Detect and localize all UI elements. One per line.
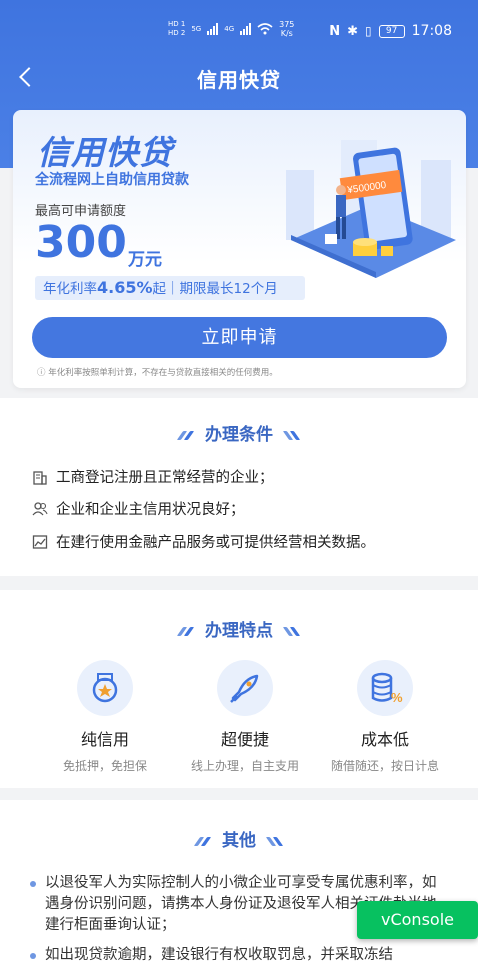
signal-group: HD 1 HD 2 5G 4G 375 K/s: [168, 20, 294, 38]
feature-item: % 成本低 随借随还，按日计息: [315, 660, 455, 774]
chart-icon: [32, 534, 48, 549]
nav-bar: 信用快贷: [0, 56, 478, 96]
title-deco-left-icon: [176, 431, 195, 440]
info-icon: ⓘ: [37, 368, 46, 378]
product-subtitle: 全流程网上自助信用贷款: [35, 172, 189, 188]
condition-item: 工商登记注册且正常经营的企业；: [32, 466, 274, 487]
disclaimer-text: 年化利率按照单利计算，不存在与贷款直接相关的任何费用。: [48, 368, 278, 378]
speed-unit: K/s: [280, 29, 293, 38]
features-section: 办理特点 纯信用 免抵押，免担保 超便捷 线上办理，自主支用 % 成本低 随借随…: [0, 590, 478, 788]
rate-value: 4.65%: [97, 278, 153, 297]
rate-bar: 年化利率4.65%起｜期限最长12个月: [35, 276, 305, 300]
nfc-icon: N: [329, 23, 341, 39]
other-text: 如出现贷款逾期，建设银行有权收取罚息，并采取冻结: [45, 947, 393, 962]
rate-prefix: 年化利率: [43, 281, 97, 297]
battery-icon: 97: [378, 24, 405, 38]
feature-desc: 免抵押，免担保: [62, 759, 147, 773]
conditions-section: 办理条件 工商登记注册且正常经营的企业； 企业和企业主信用状况良好； 在建行使用…: [0, 398, 478, 576]
title-deco-right-icon: [282, 431, 301, 440]
medal-icon: [77, 660, 133, 716]
features-title-text: 办理特点: [205, 621, 273, 641]
rate-disclaimer: ⓘ 年化利率按照单利计算，不存在与贷款直接相关的任何费用。: [37, 366, 278, 378]
speed-value: 375: [279, 20, 295, 29]
product-brand: 信用快贷: [37, 133, 173, 172]
hd1-label: HD 1: [168, 20, 186, 28]
feature-item: 超便捷 线上办理，自主支用: [175, 660, 315, 774]
features-title: 办理特点: [0, 616, 478, 641]
condition-text: 工商登记注册且正常经营的企业；: [56, 470, 274, 486]
feature-desc: 线上办理，自主支用: [190, 759, 299, 773]
conditions-title-text: 办理条件: [205, 425, 273, 445]
users-icon: [32, 501, 48, 515]
condition-item: 企业和企业主信用状况良好；: [32, 498, 245, 519]
phone-illustration: ¥500000: [286, 140, 456, 278]
status-right: N ✱ ▯ 97 17:08: [329, 23, 452, 39]
wifi-icon: [257, 23, 273, 35]
network-speed: 375 K/s: [279, 20, 294, 38]
max-amount: 300: [35, 217, 127, 268]
feature-name: 纯信用: [80, 730, 129, 749]
hero-card: 信用快贷 全流程网上自助信用贷款 最高可申请额度 300 万元 年化利率4.65…: [13, 110, 466, 388]
clock: 17:08: [411, 23, 452, 39]
title-deco-right-icon: [265, 837, 284, 846]
other-title-text: 其他: [222, 831, 256, 851]
page-title: 信用快贷: [197, 68, 281, 92]
svg-text:%: %: [391, 690, 403, 705]
condition-text: 企业和企业主信用状况良好；: [56, 502, 245, 518]
title-deco-left-icon: [176, 627, 195, 636]
condition-item: 在建行使用金融产品服务或可提供经营相关数据。: [32, 531, 375, 552]
feature-name: 成本低: [360, 730, 409, 749]
feature-item: 纯信用 免抵押，免担保: [35, 660, 175, 774]
bullet-icon: [30, 881, 36, 887]
other-title: 其他: [0, 826, 478, 851]
net1-label: 5G: [191, 25, 202, 33]
signal-bars-icon-2: [240, 23, 252, 35]
title-deco-right-icon: [282, 627, 301, 636]
net2-label: 4G: [224, 25, 235, 33]
feature-name: 超便捷: [220, 730, 269, 749]
building-icon: [33, 470, 47, 485]
conditions-title: 办理条件: [0, 420, 478, 445]
apply-now-button[interactable]: 立即申请: [32, 317, 447, 358]
title-deco-left-icon: [193, 837, 212, 846]
other-item: 如出现贷款逾期，建设银行有权收取罚息，并采取冻结: [30, 945, 450, 962]
hd2-label: HD 2: [168, 29, 186, 37]
rate-suffix: 起｜期限最长12个月: [152, 281, 278, 297]
feature-desc: 随借随还，按日计息: [330, 759, 439, 773]
coins-icon: %: [357, 660, 413, 716]
vconsole-button[interactable]: vConsole: [357, 901, 478, 939]
bluetooth-icon: ✱: [347, 23, 359, 39]
status-bar: HD 1 HD 2 5G 4G 375 K/s N ✱ ▯ 97 17:08: [0, 0, 478, 64]
bullet-icon: [30, 953, 36, 959]
condition-text: 在建行使用金融产品服务或可提供经营相关数据。: [56, 535, 375, 551]
signal-bars-icon: [207, 23, 219, 35]
amount-unit: 万元: [128, 250, 162, 270]
vibrate-icon: ▯: [365, 24, 372, 38]
rocket-icon: [217, 660, 273, 716]
